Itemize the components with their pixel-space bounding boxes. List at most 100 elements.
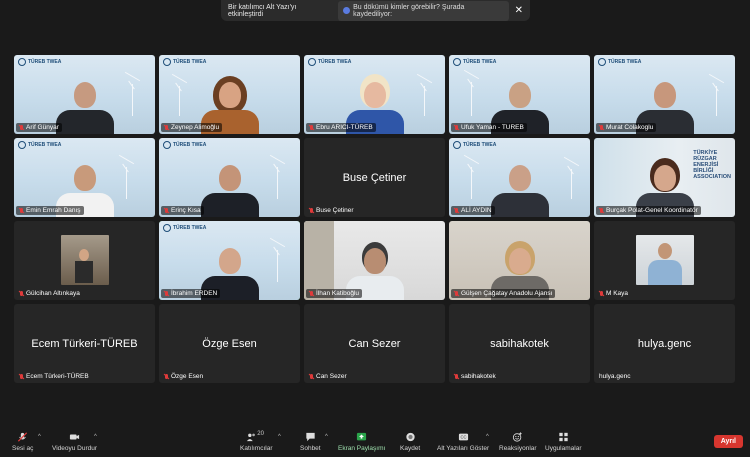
chat-bubble-icon: [306, 432, 315, 442]
show-captions-button[interactable]: CC Alt Yazıları Göster: [437, 432, 489, 452]
mic-muted-icon: [599, 124, 604, 131]
mic-muted-icon: [164, 373, 169, 380]
reactions-button[interactable]: Reaksiyonlar: [499, 432, 537, 452]
mic-muted-icon: [164, 290, 169, 297]
transcript-visibility-chip[interactable]: Bu dökümü kimler görebilir? Şurada kayde…: [338, 0, 509, 21]
participant-nametag: hulya.genc: [599, 373, 631, 380]
participant-nametag: ALİ AYDIN: [451, 206, 495, 215]
gallery-view: TÜREB TWEA Arif Günyar TÜREB TWEA Zeynep…: [14, 55, 736, 383]
tureb-logo: TÜREB TWEA: [18, 58, 61, 66]
unmute-button[interactable]: Sesi aç: [12, 432, 33, 452]
video-camera-icon: [69, 434, 80, 440]
mic-muted-icon: [309, 207, 314, 214]
video-tile[interactable]: TÜREB TWEA Zeynep Alimoğlu: [159, 55, 300, 134]
participant-nametag: Buse Çetiner: [306, 206, 357, 215]
video-tile[interactable]: TÜREB TWEA Ufuk Yaman - TUREB: [449, 55, 590, 134]
participant-nametag: Zeynep Alimoğlu: [161, 123, 223, 132]
participant-video: [55, 82, 114, 134]
participant-nametag: Özge Esen: [161, 372, 206, 381]
closed-captions-icon: CC: [458, 433, 468, 441]
participant-nametag: İlhan Katiboğlu: [306, 289, 363, 298]
show-captions-label: Alt Yazıları Göster: [437, 445, 490, 452]
banner-message: Bir katılımcı Alt Yazı'yı etkinleştirdi: [228, 3, 297, 18]
apps-icon: [559, 432, 568, 442]
microphone-muted-icon: [18, 432, 28, 442]
participants-button[interactable]: 20 Katılımcılar: [240, 431, 273, 452]
record-label: Kaydet: [400, 445, 421, 452]
participant-nametag: Burçak Polat-Genel Koordinatör: [596, 206, 701, 215]
video-tile[interactable]: Gülşen Çağatay Anadolu Ajansı: [449, 221, 590, 300]
participant-nametag: Emin Emrah Danış: [16, 206, 84, 215]
stop-video-button[interactable]: Videoyu Durdur: [52, 432, 97, 452]
participant-nametag: Gülcihan Altınkaya: [16, 289, 83, 298]
mic-muted-icon: [599, 290, 604, 297]
video-tile[interactable]: TÜRKİYE RÜZGAR ENERJİSİ BİRLİĞİ ASSOCIAT…: [594, 138, 735, 217]
record-icon: [405, 432, 415, 442]
close-icon[interactable]: ✕: [515, 5, 523, 16]
video-tile[interactable]: TÜREB TWEA ALİ AYDIN: [449, 138, 590, 217]
video-tile[interactable]: TÜREB TWEA Emin Emrah Danış: [14, 138, 155, 217]
tureb-logo: TÜREB TWEA: [163, 141, 206, 149]
video-tile[interactable]: Gülcihan Altınkaya: [14, 221, 155, 300]
tureb-logo: TÜREB TWEA: [453, 141, 496, 149]
captions-options-chevron-icon[interactable]: ^: [486, 434, 489, 440]
chat-label: Sohbet: [300, 445, 321, 452]
participants-count: 20: [257, 431, 264, 437]
mic-muted-icon: [309, 124, 314, 131]
participant-nametag: Erinç Kısa: [161, 206, 204, 215]
video-tile[interactable]: sabihakotek sabihakotek: [449, 304, 590, 383]
mic-muted-icon: [19, 124, 24, 131]
video-tile[interactable]: Buse Çetiner Buse Çetiner: [304, 138, 445, 217]
tureb-logo: TÜREB TWEA: [163, 58, 206, 66]
chat-button[interactable]: Sohbet: [300, 432, 321, 452]
mic-muted-icon: [599, 207, 604, 214]
participant-video: [200, 165, 259, 217]
participant-nametag: sabihakotek: [451, 372, 499, 381]
video-tile[interactable]: TÜREB TWEA Erinç Kısa: [159, 138, 300, 217]
caption-notification-banner: Bir katılımcı Alt Yazı'yı etkinleştirdi …: [221, 0, 530, 21]
participant-video: [490, 165, 549, 217]
mic-muted-icon: [19, 373, 24, 380]
apps-button[interactable]: Uygulamalar: [545, 432, 582, 452]
video-tile[interactable]: Özge Esen Özge Esen: [159, 304, 300, 383]
video-tile[interactable]: hulya.genc hulya.genc: [594, 304, 735, 383]
chat-options-chevron-icon[interactable]: ^: [325, 434, 328, 440]
participant-nametag: Ufuk Yaman - TUREB: [451, 123, 527, 132]
video-tile[interactable]: TÜREB TWEA Murat Colakoglu: [594, 55, 735, 134]
participants-options-chevron-icon[interactable]: ^: [278, 434, 281, 440]
svg-text:CC: CC: [460, 435, 466, 440]
participants-label: Katılımcılar: [240, 445, 273, 452]
mic-muted-icon: [309, 290, 314, 297]
chip-text: Bu dökümü kimler görebilir? Şurada kayde…: [353, 3, 465, 18]
mic-muted-icon: [454, 373, 459, 380]
video-options-chevron-icon[interactable]: ^: [94, 434, 97, 440]
participant-nametag: Arif Günyar: [16, 123, 62, 132]
tureb-banner: TÜRKİYE RÜZGAR ENERJİSİ BİRLİĞİ ASSOCIAT…: [693, 150, 731, 180]
meeting-toolbar: Sesi aç ^ Videoyu Durdur ^ 20 Katılımcıl…: [0, 428, 750, 457]
mic-muted-icon: [164, 124, 169, 131]
participant-nametag: Murat Colakoglu: [596, 123, 657, 132]
participant-nametag: Ebru ARICI-TÜREB: [306, 123, 376, 132]
reactions-label: Reaksiyonlar: [499, 445, 537, 452]
video-tile[interactable]: M Kaya: [594, 221, 735, 300]
participant-nametag: Gülşen Çağatay Anadolu Ajansı: [451, 289, 556, 298]
video-tile-active-speaker[interactable]: TÜREB TWEA İbrahim ERDEN: [159, 221, 300, 300]
share-screen-icon: [357, 432, 367, 441]
mic-muted-icon: [454, 124, 459, 131]
zoom-meeting-window: Bir katılımcı Alt Yazı'yı etkinleştirdi …: [0, 0, 750, 457]
video-tile[interactable]: Can Sezer Can Sezer: [304, 304, 445, 383]
record-button[interactable]: Kaydet: [400, 432, 420, 452]
video-tile[interactable]: TÜREB TWEA Ebru ARICI-TÜREB: [304, 55, 445, 134]
apps-label: Uygulamalar: [545, 445, 582, 452]
mic-muted-icon: [164, 207, 169, 214]
leave-meeting-button[interactable]: Ayrıl: [713, 435, 743, 448]
mic-muted-icon: [19, 207, 24, 214]
video-tile[interactable]: Ecem Türkeri-TÜREB Ecem Türkeri-TÜREB: [14, 304, 155, 383]
video-tile[interactable]: İlhan Katiboğlu: [304, 221, 445, 300]
participant-nametag: M Kaya: [596, 289, 631, 298]
participant-photo: [61, 235, 109, 285]
audio-options-chevron-icon[interactable]: ^: [38, 434, 41, 440]
share-screen-button[interactable]: Ekran Paylaşımı: [338, 432, 385, 452]
video-tile[interactable]: TÜREB TWEA Arif Günyar: [14, 55, 155, 134]
tureb-logo: TÜREB TWEA: [308, 58, 351, 66]
